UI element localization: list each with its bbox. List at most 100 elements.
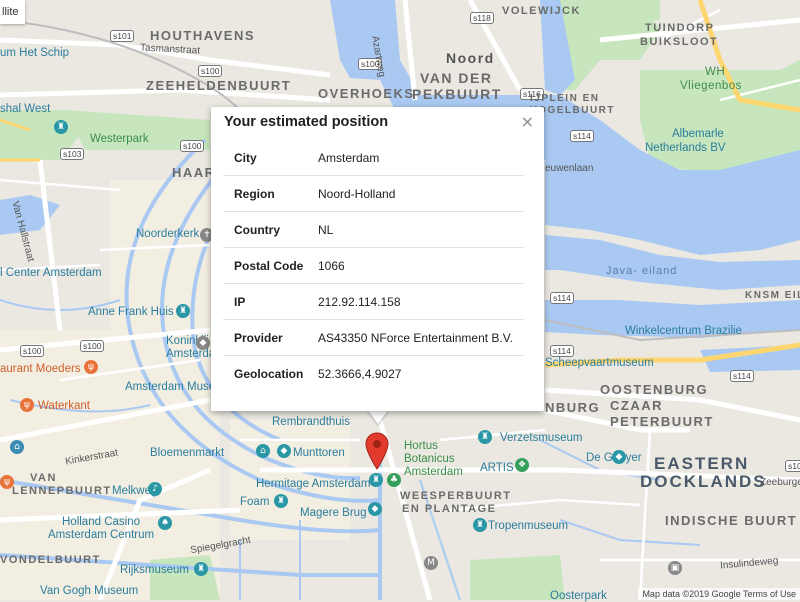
row-value: 1066 [318,247,524,284]
row-value: NL [318,211,524,248]
close-icon[interactable]: × [521,112,534,131]
district-label: OOSTENBURG [600,382,709,397]
info-window-pointer [367,409,389,424]
poi-label[interactable]: shal West [0,103,50,115]
poi-label[interactable]: Magere Brug [300,507,366,519]
row-key: Country [223,211,318,248]
poi-label[interactable]: Anne Frank Huis [88,306,174,318]
casino-icon[interactable]: ♠ [158,516,172,530]
info-window-title: Your estimated position [224,114,389,130]
district-label: EASTERN [654,454,750,473]
park-label: Vliegenbos [680,80,742,92]
landmark-icon[interactable]: ◆ [368,502,382,516]
poi-label[interactable]: l Center Amsterdam [0,267,102,279]
road-shield: s102 [785,460,800,472]
poi-label[interactable]: Rembrandthuis [272,416,350,428]
museum-icon[interactable]: ♜ [194,562,208,576]
water-label: Java- eiland [606,265,678,277]
district-label: VAN DER [420,70,493,86]
poi-label[interactable]: Noorderkerk [136,228,199,240]
zoo-icon[interactable]: ❖ [515,458,529,472]
poi-label[interactable]: aurant Moeders [0,363,81,375]
metro-icon[interactable]: M [424,556,438,570]
poi-label[interactable]: Hortus [404,440,438,452]
district-label: VAN [30,472,57,484]
restaurant-icon[interactable]: ψ [20,398,34,412]
landmark-icon[interactable]: ◆ [196,336,210,350]
road-shield: s100 [180,140,205,152]
restaurant-icon[interactable]: ψ [84,360,98,374]
district-label: WEESPERBUURT [400,490,512,502]
poi-label[interactable]: Tropenmuseum [488,520,568,532]
district-label: Noord [446,50,495,66]
shopping-icon[interactable]: ⌂ [10,440,24,454]
street-label: euwenlaan [545,163,594,174]
district-label: INDISCHE BUURT [665,513,798,528]
district-label: EN PLANTAGE [402,503,497,515]
poi-label[interactable]: Winkelcentrum Brazilie [625,325,742,337]
restaurant-icon[interactable]: ψ [0,475,14,489]
poi-label[interactable]: Amsterda [166,348,215,360]
row-value: Noord-Holland [318,175,524,212]
poi-label[interactable]: Amsterdam Centrum [48,529,154,541]
district-label: DOCKLANDS [640,472,767,491]
row-key: Region [223,175,318,212]
poi-label[interactable]: Waterkant [38,400,90,412]
poi-label[interactable]: Botanicus [404,453,455,465]
poi-label[interactable]: Albemarle [672,128,724,140]
road-shield: s114 [550,345,574,357]
row-key: Geolocation [223,355,318,391]
info-window: Your estimated position × City Amsterdam… [211,107,544,411]
poi-label[interactable]: Munttoren [293,447,345,459]
museum-icon[interactable]: ♜ [369,473,383,487]
museum-icon[interactable]: ♜ [176,304,190,318]
road-shield: s114 [730,370,754,382]
table-row: City Amsterdam [223,140,524,176]
poi-label[interactable]: Van Gogh Museum [40,585,138,597]
road-shield: s114 [550,292,574,304]
row-key: Postal Code [223,247,318,284]
train-icon[interactable]: ▣ [668,561,682,575]
poi-label[interactable]: Amsterdam [404,466,463,478]
park-label: WH [705,66,726,78]
poi-label[interactable]: Netherlands BV [645,142,726,154]
district-label: VOLEWIJCK [502,5,581,17]
row-value: Amsterdam [318,150,380,165]
poi-label[interactable]: Rijksmuseum [120,564,189,576]
poi-label[interactable]: Scheepvaartmuseum [545,357,654,369]
music-icon[interactable]: ♪ [148,482,162,496]
district-label: ZEEHELDENBUURT [146,78,292,93]
museum-icon[interactable]: ♜ [478,430,492,444]
location-marker-icon[interactable] [365,432,389,470]
landmark-icon[interactable]: ◆ [277,444,291,458]
district-label: PEKBUURT [412,86,502,102]
poi-label[interactable]: ARTIS [480,462,514,474]
poi-label[interactable]: Holland Casino [62,516,140,528]
museum-icon[interactable]: ♜ [54,120,68,134]
museum-icon[interactable]: ♜ [274,494,288,508]
road-shield: s100 [80,340,105,352]
poi-label[interactable]: Oosterpark [550,590,607,602]
park-icon[interactable]: ♣ [387,473,401,487]
row-value: 52.3666,4.9027 [318,355,524,391]
poi-label[interactable]: um Het Schip [0,47,69,59]
poi-label[interactable]: Verzetsmuseum [500,432,582,444]
district-label: HOUTHAVENS [150,28,256,43]
street-label: Zeeburger [760,477,800,488]
poi-label[interactable]: Hermitage Amsterdam [256,478,370,490]
poi-label[interactable]: Westerpark [90,133,149,145]
position-details-table: City Amsterdam Region Noord-Holland Coun… [223,140,524,391]
district-label: OVERHOEKS [318,86,415,101]
table-row: IP 212.92.114.158 [223,283,524,320]
shopping-icon[interactable]: ⌂ [256,444,270,458]
road-shield: s103 [60,148,85,160]
row-key: Provider [223,319,318,356]
row-value: AS43350 NForce Entertainment B.V. [318,319,524,356]
road-shield: s118 [470,12,494,24]
poi-label[interactable]: Foam [240,496,269,508]
district-label: PETERBUURT [610,414,714,429]
satellite-toggle-button[interactable]: llite [0,0,25,24]
poi-label[interactable]: Bloemenmarkt [150,447,224,459]
museum-icon[interactable]: ♜ [473,518,487,532]
landmark-icon[interactable]: ◆ [612,450,626,464]
